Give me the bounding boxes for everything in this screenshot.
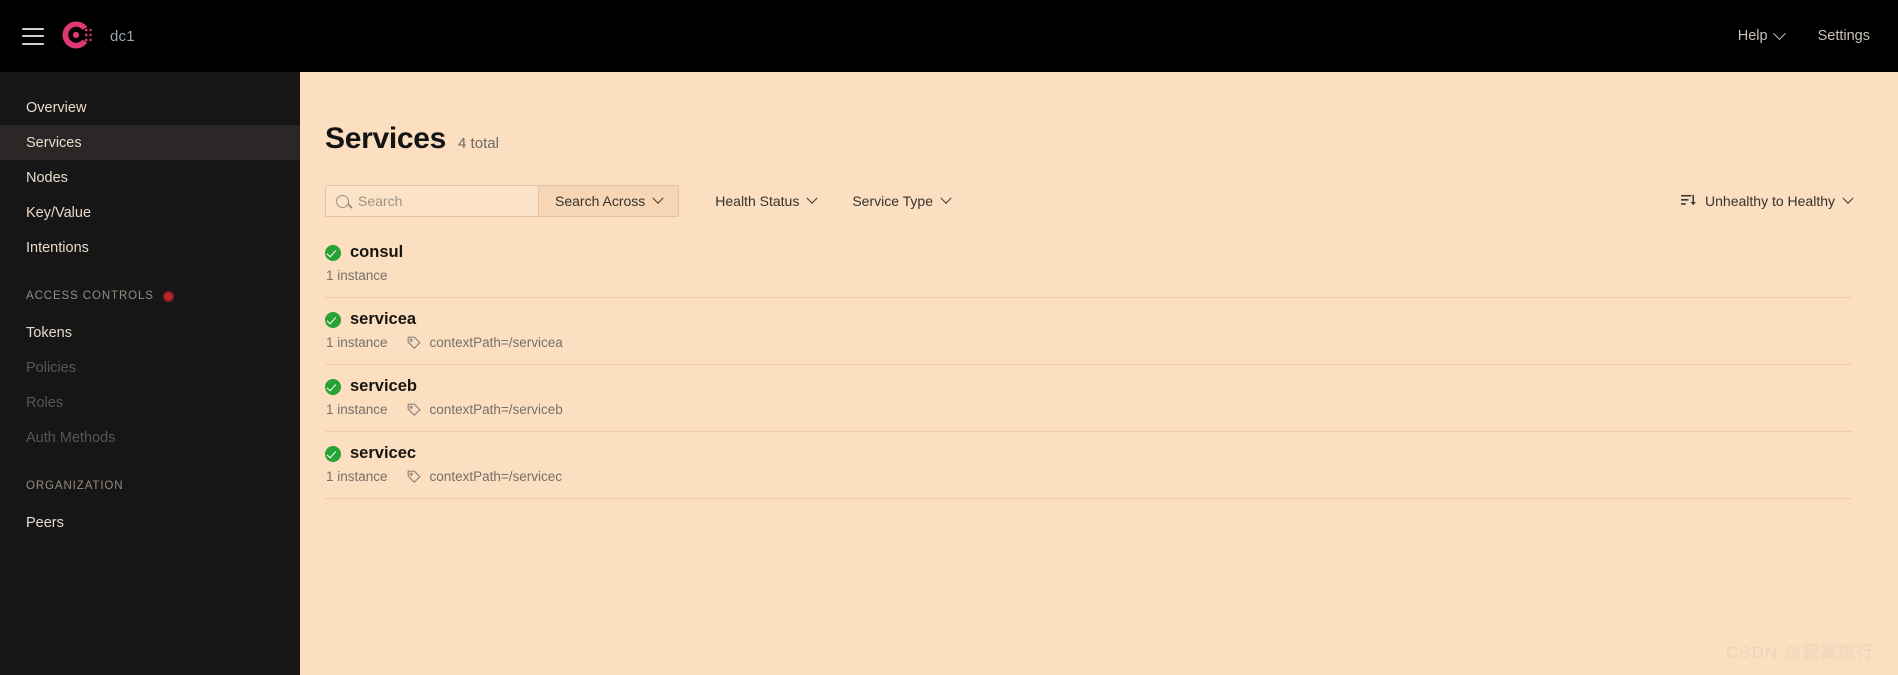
sidebar-section-label: Access Controls <box>26 290 154 302</box>
sidebar-section-label: Organization <box>26 480 124 492</box>
search-across-label: Search Across <box>555 193 646 209</box>
settings-link[interactable]: Settings <box>1818 28 1870 44</box>
service-instance-count: 1 instance <box>326 335 388 350</box>
tag-icon <box>407 336 420 349</box>
service-list: consul 1 instance servicea 1 instance co… <box>325 231 1852 499</box>
list-item[interactable]: servicec 1 instance contextPath=/service… <box>325 432 1852 499</box>
sidebar-item-peers[interactable]: Peers <box>0 505 300 540</box>
service-tag: contextPath=/servicec <box>429 469 562 484</box>
health-status-filter[interactable]: Health Status <box>715 192 818 209</box>
search-input[interactable] <box>358 193 528 209</box>
sidebar-item-roles: Roles <box>0 385 300 420</box>
sidebar-item-label: Nodes <box>26 169 68 186</box>
chevron-down-icon <box>1772 26 1786 40</box>
sidebar-item-label: Peers <box>26 514 64 531</box>
service-name: servicec <box>350 444 417 462</box>
hamburger-icon[interactable] <box>22 27 44 45</box>
main-content: Services 4 total Search Across Health St… <box>300 72 1898 675</box>
list-item[interactable]: serviceb 1 instance contextPath=/service… <box>325 365 1852 432</box>
watermark: CSDN @寂寞旅行 <box>1725 643 1874 662</box>
sort-dropdown[interactable]: Unhealthy to Healthy <box>1681 192 1854 209</box>
service-instance-count: 1 instance <box>326 469 388 484</box>
list-item[interactable]: consul 1 instance <box>325 231 1852 298</box>
service-name: serviceb <box>350 377 417 395</box>
search-icon <box>336 194 349 208</box>
filter-toolbar: Search Across Health Status Service Type <box>325 185 1854 217</box>
top-navigation-bar: dc1 Help Settings <box>0 0 1898 72</box>
page-title: Services <box>325 122 447 155</box>
check-circle-icon <box>325 311 341 328</box>
chevron-down-icon <box>1842 192 1854 204</box>
sidebar-section-access-controls: Access Controls <box>0 281 300 311</box>
chevron-down-icon <box>652 192 664 204</box>
sidebar-item-label: Services <box>26 134 82 151</box>
service-tag: contextPath=/serviceb <box>429 402 563 417</box>
help-menu[interactable]: Help <box>1737 26 1786 44</box>
search-across-dropdown[interactable]: Search Across <box>538 186 679 216</box>
alert-dot-icon <box>162 290 174 302</box>
sort-descending-icon <box>1681 194 1696 206</box>
service-instance-count: 1 instance <box>326 268 388 283</box>
sidebar-item-policies: Policies <box>0 350 300 385</box>
sidebar-item-services[interactable]: Services <box>0 125 300 160</box>
service-meta: 1 instance contextPath=/servicec <box>326 469 1852 484</box>
sort-label: Unhealthy to Healthy <box>1705 193 1835 209</box>
sidebar-item-label: Tokens <box>26 324 72 341</box>
chevron-down-icon <box>806 192 818 204</box>
check-circle-icon <box>325 244 341 261</box>
service-type-filter[interactable]: Service Type <box>852 192 952 209</box>
sidebar-item-key-value[interactable]: Key/Value <box>0 195 300 230</box>
service-name: consul <box>350 243 404 261</box>
service-meta: 1 instance contextPath=/serviceb <box>326 402 1852 417</box>
datacenter-selector[interactable]: dc1 <box>110 28 135 45</box>
sidebar-item-overview[interactable]: Overview <box>0 90 300 125</box>
service-title-line: serviceb <box>325 377 1852 396</box>
search-field-wrapper[interactable] <box>326 186 538 216</box>
consul-ui-window: dc1 Help Settings Overview Services Node… <box>0 0 1898 675</box>
sidebar-item-nodes[interactable]: Nodes <box>0 160 300 195</box>
consul-logo-icon[interactable] <box>60 19 94 53</box>
sidebar-item-auth-methods: Auth Methods <box>0 420 300 455</box>
service-title-line: consul <box>325 243 1852 262</box>
sidebar-item-intentions[interactable]: Intentions <box>0 230 300 265</box>
tag-icon <box>407 470 420 483</box>
service-instance-count: 1 instance <box>326 402 388 417</box>
check-circle-icon <box>325 378 341 395</box>
tag-icon <box>407 403 420 416</box>
sidebar-item-label: Roles <box>26 394 64 411</box>
service-name: servicea <box>350 310 417 328</box>
service-type-label: Service Type <box>852 193 933 209</box>
service-meta: 1 instance <box>326 268 1852 283</box>
help-label: Help <box>1737 28 1768 44</box>
check-circle-icon <box>325 445 341 462</box>
sidebar-item-label: Intentions <box>26 239 89 256</box>
sidebar-item-label: Policies <box>26 359 76 376</box>
page-header: Services 4 total <box>325 72 1852 156</box>
health-status-label: Health Status <box>715 193 800 209</box>
chevron-down-icon <box>940 192 952 204</box>
topbar-actions: Help Settings <box>1737 26 1870 44</box>
sidebar-navigation: Overview Services Nodes Key/Value Intent… <box>0 72 300 675</box>
settings-label: Settings <box>1817 28 1870 44</box>
service-count: 4 total <box>458 135 499 152</box>
sidebar-item-tokens[interactable]: Tokens <box>0 315 300 350</box>
service-title-line: servicec <box>325 444 1852 463</box>
list-item[interactable]: servicea 1 instance contextPath=/service… <box>325 298 1852 365</box>
sidebar-item-label: Auth Methods <box>26 429 116 446</box>
sidebar-section-organization: Organization <box>0 471 300 501</box>
service-meta: 1 instance contextPath=/servicea <box>326 335 1852 350</box>
search-group: Search Across <box>325 185 680 217</box>
sidebar-item-label: Overview <box>26 99 87 116</box>
service-title-line: servicea <box>325 310 1852 329</box>
service-tag: contextPath=/servicea <box>429 335 563 350</box>
sidebar-item-label: Key/Value <box>26 204 92 221</box>
